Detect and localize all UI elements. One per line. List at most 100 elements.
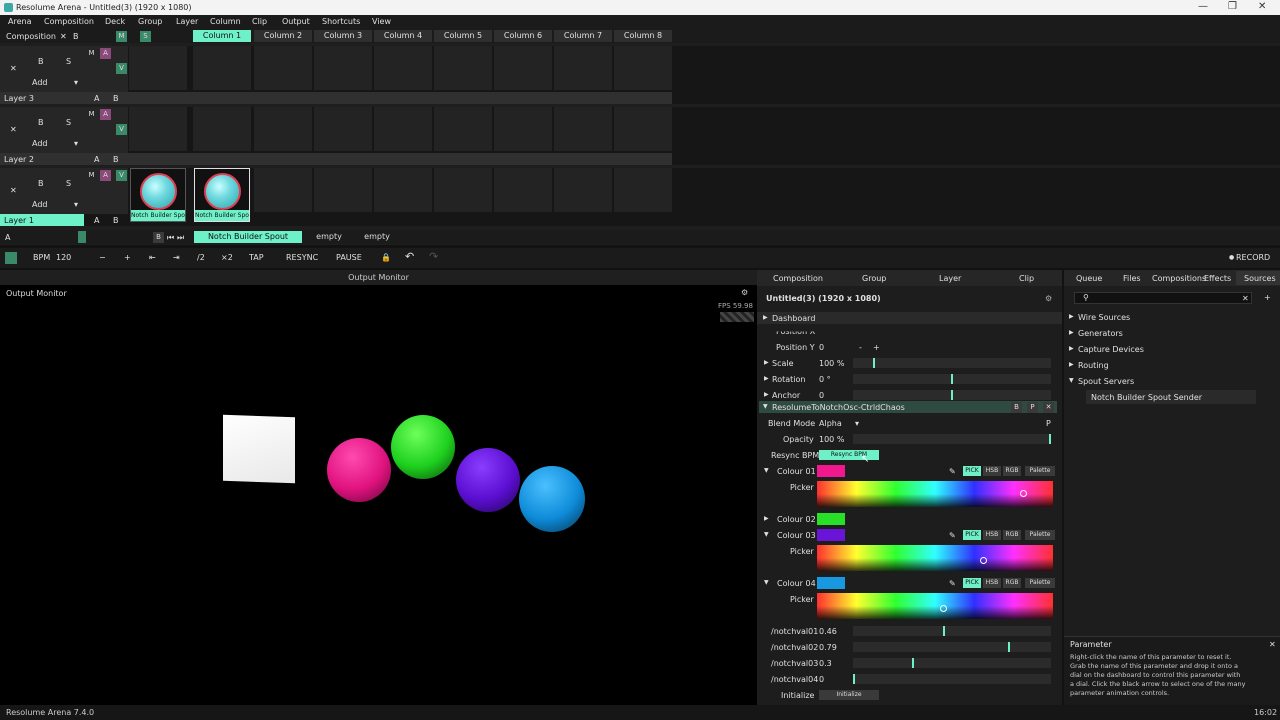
expand-arrow-icon[interactable]: ▶: [763, 314, 768, 321]
colour-01-pick-mode[interactable]: PICK: [963, 466, 981, 476]
colour-01-picker[interactable]: [817, 481, 1053, 507]
colour-03-swatch[interactable]: [817, 529, 845, 541]
colour-01-label[interactable]: Colour 01: [777, 467, 816, 476]
bpm-decrease-button[interactable]: −: [99, 253, 106, 262]
layer-name-bar[interactable]: [0, 92, 672, 104]
composition-s-button[interactable]: S: [140, 31, 151, 42]
expand-arrow-icon[interactable]: ▶: [1069, 313, 1074, 320]
tab-layer[interactable]: Layer: [939, 274, 961, 283]
clip-slot[interactable]: [314, 46, 372, 90]
layer-b-toggle[interactable]: B: [113, 155, 119, 164]
menu-clip[interactable]: Clip: [252, 17, 267, 26]
expand-arrow-icon[interactable]: ▶: [764, 375, 769, 382]
layer-clear-button[interactable]: ✕: [10, 186, 17, 195]
menu-column[interactable]: Column: [210, 17, 241, 26]
notchval02-value[interactable]: 0.79: [819, 643, 837, 652]
colour-04-rgb-mode[interactable]: RGB: [1003, 578, 1021, 588]
colour-04-picker[interactable]: [817, 593, 1053, 619]
collapse-arrow-icon[interactable]: ▼: [764, 531, 769, 538]
clip-slot[interactable]: [254, 107, 312, 151]
layer-solo-button[interactable]: S: [66, 179, 71, 188]
layer-bypass-button[interactable]: B: [38, 118, 44, 127]
tree-generators[interactable]: Generators: [1078, 329, 1123, 338]
crossfader-b[interactable]: B: [153, 232, 164, 243]
minimize-button[interactable]: —: [1198, 1, 1208, 12]
notchval01-value[interactable]: 0.46: [819, 627, 837, 636]
gear-icon[interactable]: ⚙: [741, 288, 748, 297]
scale-value[interactable]: 100 %: [819, 359, 844, 368]
clip-slot[interactable]: [193, 107, 251, 151]
param-scale[interactable]: Scale: [772, 359, 794, 368]
colour-01-palette-button[interactable]: Palette: [1025, 466, 1055, 476]
clip-slot[interactable]: [129, 107, 187, 151]
slider-knob[interactable]: [853, 674, 855, 684]
effect-name[interactable]: ResolumeToNotchOsc-CtrldChaos: [772, 403, 905, 412]
eyedropper-icon[interactable]: ✎: [949, 531, 956, 540]
expand-arrow-icon[interactable]: ▶: [764, 515, 769, 522]
composition-bypass-button[interactable]: B: [73, 32, 79, 41]
colour-03-picker[interactable]: [817, 545, 1053, 571]
clip-slot[interactable]: [434, 168, 492, 212]
clip-slot[interactable]: [314, 107, 372, 151]
tree-capture-devices[interactable]: Capture Devices: [1078, 345, 1144, 354]
pause-button[interactable]: PAUSE: [336, 253, 362, 262]
initialize-label[interactable]: Initialize: [781, 691, 814, 700]
colour-03-label[interactable]: Colour 03: [777, 531, 816, 540]
colour-04-hsb-mode[interactable]: HSB: [983, 578, 1001, 588]
notchval02-slider[interactable]: [853, 642, 1051, 652]
rotation-slider[interactable]: [853, 374, 1051, 384]
clip-slot[interactable]: [494, 168, 552, 212]
layer-v-button[interactable]: V: [116, 63, 127, 74]
clip-slot[interactable]: [254, 46, 312, 90]
notchval01-label[interactable]: /notchval01: [771, 627, 818, 636]
layer-a-button[interactable]: A: [100, 170, 111, 181]
menu-arena[interactable]: Arena: [8, 17, 31, 26]
notchval03-slider[interactable]: [853, 658, 1051, 668]
slider-knob[interactable]: [943, 626, 946, 636]
collapse-arrow-icon[interactable]: ▼: [763, 403, 768, 410]
clip-slot[interactable]: [434, 107, 492, 151]
clip-slot[interactable]: [254, 168, 312, 212]
colour-03-rgb-mode[interactable]: RGB: [1003, 530, 1021, 540]
deck-tab[interactable]: empty: [308, 231, 350, 243]
expand-arrow-icon[interactable]: ▶: [1069, 345, 1074, 352]
layer-v-button[interactable]: V: [116, 170, 127, 181]
tab-clip[interactable]: Clip: [1019, 274, 1034, 283]
tab-group[interactable]: Group: [862, 274, 886, 283]
layer-a-button[interactable]: A: [100, 48, 111, 59]
clip-slot[interactable]: [554, 168, 612, 212]
layer-b-toggle[interactable]: B: [113, 216, 119, 225]
tab-composition[interactable]: Composition: [773, 274, 823, 283]
record-button[interactable]: RECORD: [1236, 253, 1270, 262]
notchval03-value[interactable]: 0.3: [819, 659, 832, 668]
close-button[interactable]: ✕: [1258, 1, 1266, 12]
opacity-slider[interactable]: [853, 434, 1051, 444]
anchor-slider[interactable]: [853, 390, 1051, 400]
param-rotation[interactable]: Rotation: [772, 375, 805, 384]
resync-button[interactable]: RESYNC: [286, 253, 318, 262]
resync-bpm-label[interactable]: Resync BPM: [771, 451, 819, 460]
settings-gear-icon[interactable]: ⚙: [1045, 294, 1052, 303]
colour-01-hsb-mode[interactable]: HSB: [983, 466, 1001, 476]
undo-icon[interactable]: ↶: [405, 250, 414, 263]
effect-bypass-button[interactable]: B: [1011, 402, 1022, 413]
column-header-8[interactable]: Column 8: [614, 30, 672, 42]
colour-03-hsb-mode[interactable]: HSB: [983, 530, 1001, 540]
position-y-value[interactable]: 0: [819, 343, 824, 352]
notchval03-label[interactable]: /notchval03: [771, 659, 818, 668]
layer-a-button[interactable]: A: [100, 109, 111, 120]
colour-01-swatch[interactable]: [817, 465, 845, 477]
notchval01-slider[interactable]: [853, 626, 1051, 636]
colour-04-swatch[interactable]: [817, 577, 845, 589]
clip-slot[interactable]: [314, 168, 372, 212]
bpm-value[interactable]: 120: [56, 253, 71, 262]
clip-slot[interactable]: [494, 107, 552, 151]
clip-slot[interactable]: [374, 168, 432, 212]
picker-marker[interactable]: [980, 557, 987, 564]
column-header-6[interactable]: Column 6: [494, 30, 552, 42]
crossfader-a[interactable]: A: [5, 233, 10, 242]
colour-04-label[interactable]: Colour 04: [777, 579, 816, 588]
eyedropper-icon[interactable]: ✎: [949, 467, 956, 476]
layer-bypass-button[interactable]: B: [38, 57, 44, 66]
bpm-half-button[interactable]: /2: [197, 253, 205, 262]
